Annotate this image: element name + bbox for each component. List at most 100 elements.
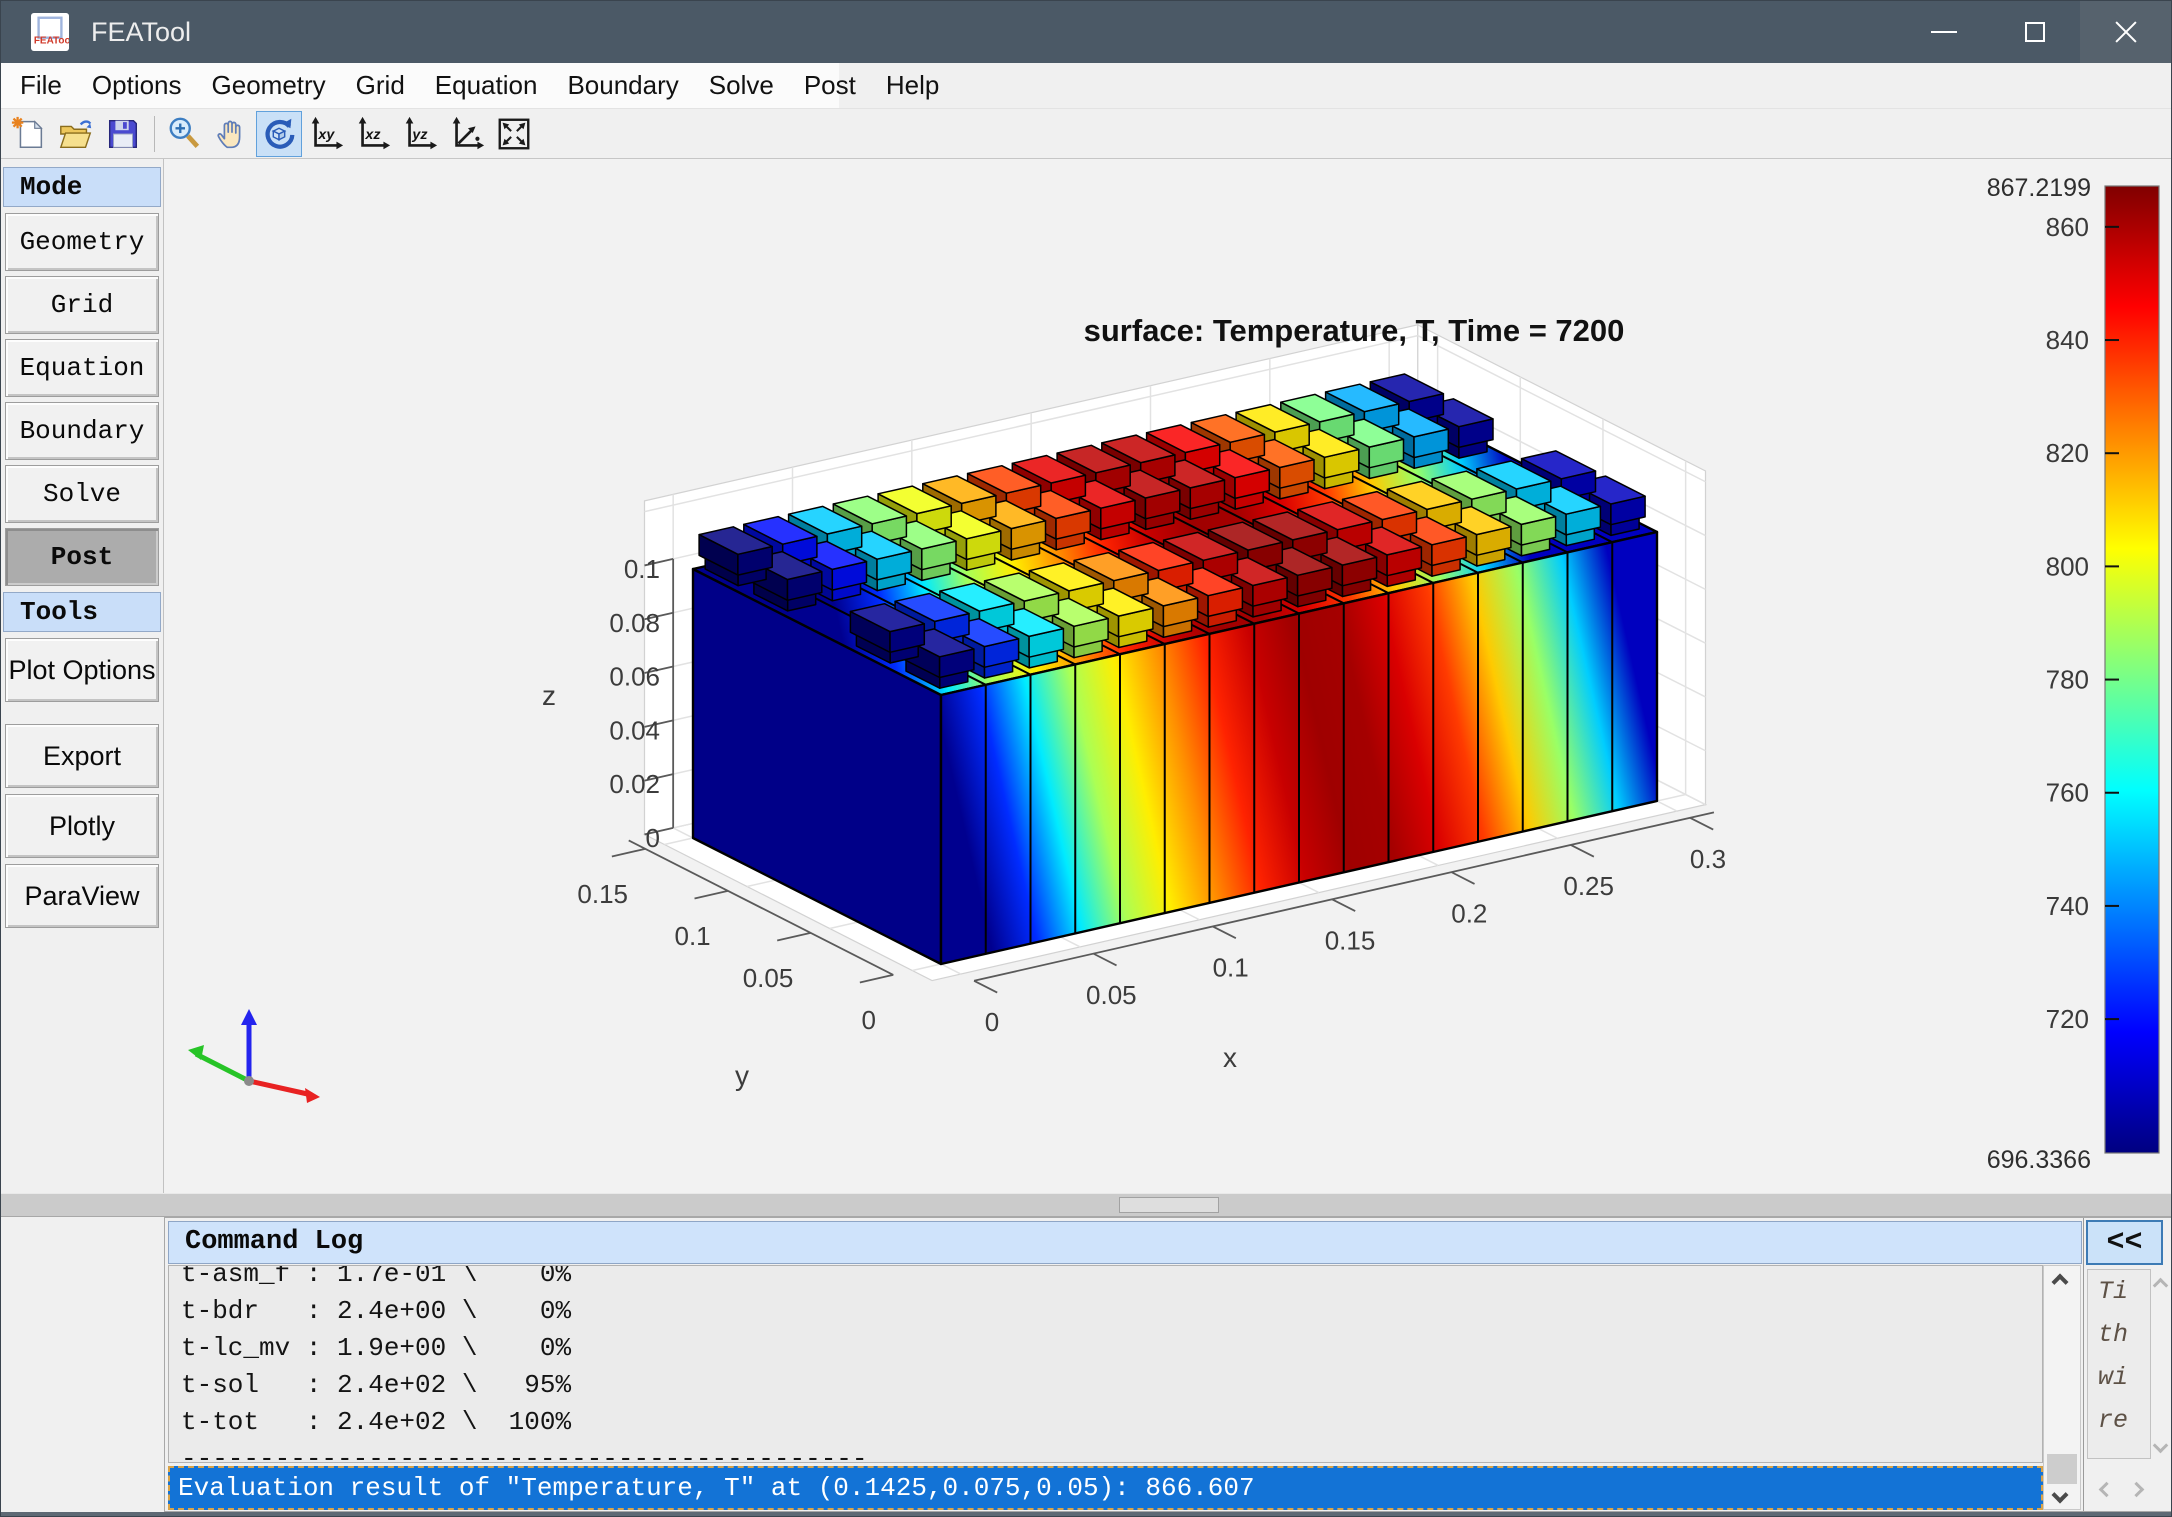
mode-grid-button[interactable]: Grid [5,276,159,334]
svg-text:0.04: 0.04 [609,715,660,745]
plot-panel[interactable]: 00.050.10.150.20.250.300.050.10.1500.020… [164,159,2172,1193]
mode-geometry-button[interactable]: Geometry [5,213,159,271]
open-button[interactable] [53,111,99,157]
svg-text:0.1: 0.1 [624,554,660,584]
save-button[interactable] [100,111,146,157]
menubar: FileOptionsGeometryGridEquationBoundaryS… [1,63,2171,109]
menu-geometry[interactable]: Geometry [197,63,341,108]
window-title: FEATool [91,17,191,48]
svg-text:780: 780 [2046,665,2089,695]
scroll-down-icon[interactable] [2052,1487,2069,1504]
rotate-button[interactable] [256,111,302,157]
evaluation-result-item[interactable]: Evaluation result of "Temperature, T" at… [168,1466,2043,1510]
svg-text:FEATool: FEATool [34,35,69,46]
svg-text:x: x [1223,1042,1237,1073]
app-logo-icon: FEATool [31,13,69,51]
collapse-panel-button[interactable]: << [2086,1220,2163,1265]
view-xz-icon: xz [354,115,392,153]
command-log-text: t-asm_f : 1.7e-01 \ 0% t-bdr : 2.4e+00 \… [169,1265,2042,1463]
menu-post[interactable]: Post [789,63,871,108]
svg-text:760: 760 [2046,778,2089,808]
view-3d-button[interactable] [444,111,490,157]
view-xy-icon: xy [307,115,345,153]
svg-text:0: 0 [862,1005,876,1035]
svg-text:820: 820 [2046,438,2089,468]
tips-scroll-left-icon[interactable] [2099,1482,2115,1498]
view-xz-button[interactable]: xz [350,111,396,157]
tips-panel[interactable]: Tithwire [2087,1269,2151,1459]
svg-text:0.15: 0.15 [577,879,628,909]
minimize-button[interactable] [1898,1,1989,63]
view-yz-button[interactable]: yz [397,111,443,157]
tips-scroll-down-icon[interactable] [2153,1438,2169,1454]
view-xy-button[interactable]: xy [303,111,349,157]
svg-text:0.3: 0.3 [1690,844,1726,874]
svg-text:yz: yz [411,126,428,142]
menu-help[interactable]: Help [871,63,954,108]
svg-text:860: 860 [2046,212,2089,242]
command-log-output[interactable]: t-asm_f : 1.7e-01 \ 0% t-bdr : 2.4e+00 \… [168,1265,2043,1463]
svg-text:0.1: 0.1 [1213,953,1249,983]
log-scrollbar[interactable] [2043,1265,2081,1510]
open-folder-icon [57,115,95,153]
view-yz-icon: yz [401,115,439,153]
svg-text:0: 0 [985,1007,999,1037]
minimize-icon [1931,31,1957,33]
tip-line: re [2088,1399,2150,1442]
svg-text:0: 0 [646,823,660,853]
colorbar-min-label: 696.3366 [1987,1146,2091,1174]
tools-header: Tools [3,592,161,632]
splitter-handle[interactable] [1119,1197,1219,1213]
log-scrollbar-thumb[interactable] [2047,1454,2077,1484]
menu-items: FileOptionsGeometryGridEquationBoundaryS… [1,63,839,108]
maximize-button[interactable] [1989,1,2080,63]
plot-canvas[interactable]: 00.050.10.150.20.250.300.050.10.1500.020… [164,159,2172,1193]
svg-text:0.08: 0.08 [609,608,660,638]
plot-title: surface: Temperature, T, Time = 7200 [1084,313,1625,348]
svg-text:0.15: 0.15 [1325,926,1376,956]
mode-header: Mode [3,167,161,207]
command-log-panel: Command Log << t-asm_f : 1.7e-01 \ 0% t-… [164,1217,2172,1512]
toolbar: xy xz yz [1,109,2171,159]
mode-equation-button[interactable]: Equation [5,339,159,397]
scroll-up-icon[interactable] [2052,1274,2069,1291]
tool-export-button[interactable]: Export [5,724,159,788]
titlebar: FEATool FEATool [1,1,2171,63]
svg-text:740: 740 [2046,891,2089,921]
close-button[interactable] [2080,1,2171,63]
svg-text:z: z [542,680,556,711]
featool-window: FEATool FEATool FileOptionsGeometryGridE… [0,0,2172,1517]
toolbar-separator [154,116,155,152]
panel-splitter[interactable] [1,1193,2171,1217]
menu-boundary[interactable]: Boundary [552,63,693,108]
tip-line: wi [2088,1356,2150,1399]
tips-scroll-up-icon[interactable] [2153,1278,2169,1294]
sidebar: Mode GeometryGridEquationBoundarySolvePo… [1,159,164,1193]
tool-plot-options-button[interactable]: Plot Options [5,638,159,702]
mode-solve-button[interactable]: Solve [5,465,159,523]
mode-post-button[interactable]: Post [5,528,159,586]
plot-title-group: surface: Temperature, T, Time = 7200 [1084,313,1625,348]
colorbar-max-label: 867.2199 [1987,174,2091,202]
svg-text:0.05: 0.05 [1086,980,1137,1010]
tool-paraview-button[interactable]: ParaView [5,864,159,928]
menu-equation[interactable]: Equation [420,63,553,108]
view-3d-icon [448,115,486,153]
pan-button[interactable] [209,111,255,157]
maximize-icon [2025,22,2045,42]
svg-text:y: y [735,1060,749,1091]
zoom-button[interactable] [162,111,208,157]
svg-text:xy: xy [317,126,335,142]
menu-file[interactable]: File [5,63,77,108]
window-bottom-edge [1,1512,2171,1517]
menu-solve[interactable]: Solve [694,63,789,108]
menu-grid[interactable]: Grid [341,63,420,108]
new-button[interactable] [6,111,52,157]
pan-hand-icon [213,115,251,153]
tips-scroll-right-icon[interactable] [2129,1482,2145,1498]
tool-plotly-button[interactable]: Plotly [5,794,159,858]
mode-boundary-button[interactable]: Boundary [5,402,159,460]
menu-options[interactable]: Options [77,63,197,108]
svg-text:720: 720 [2046,1004,2089,1034]
fit-view-button[interactable] [491,111,537,157]
